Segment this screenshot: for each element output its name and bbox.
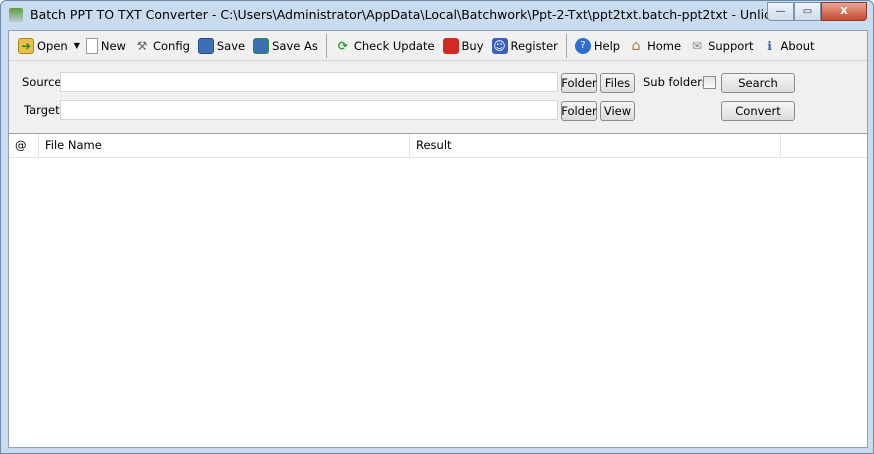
save-label: Save	[216, 38, 246, 53]
column-header-at[interactable]: @	[9, 134, 39, 157]
new-button[interactable]: New	[82, 34, 130, 58]
tools-icon: ⚒	[136, 38, 148, 53]
maximize-button[interactable]: ▭	[794, 2, 821, 21]
title-bar: Batch PPT TO TXT Converter - C:\Users\Ad…	[1, 1, 873, 29]
window-title: Batch PPT TO TXT Converter - C:\Users\Ad…	[30, 7, 809, 22]
new-file-icon	[85, 37, 98, 54]
help-icon: ?	[574, 37, 591, 54]
about-button[interactable]: ℹ About	[758, 34, 819, 58]
target-input[interactable]	[60, 100, 558, 120]
path-form: Source Folder Files Sub folders Search T…	[9, 62, 867, 133]
register-button[interactable]: ☺ Register	[488, 34, 562, 58]
open-dropdown-button[interactable]: ▼	[72, 34, 82, 58]
column-header-file-name[interactable]: File Name	[39, 134, 410, 157]
home-icon: ⌂	[631, 37, 641, 54]
target-view-button[interactable]: View	[600, 101, 635, 121]
subfolders-checkbox[interactable]	[703, 76, 716, 89]
support-mail-icon: ✉	[692, 38, 703, 53]
support-label: Support	[708, 38, 754, 53]
target-folder-button[interactable]: Folder	[561, 101, 597, 121]
about-label: About	[780, 38, 815, 53]
refresh-icon: ⟳	[337, 38, 348, 53]
cart-icon	[442, 37, 459, 54]
source-files-button[interactable]: Files	[600, 73, 635, 93]
save-as-icon	[253, 37, 270, 54]
folder-open-icon: ➜	[18, 37, 34, 54]
toolbar-separator	[325, 33, 327, 58]
info-icon: ℹ	[767, 38, 772, 53]
config-label: Config	[152, 38, 190, 53]
floppy-disk-icon	[197, 37, 214, 54]
check-update-label: Check Update	[353, 38, 435, 53]
save-as-label: Save As	[272, 38, 318, 53]
toolbar: ➜ Open ▼ New ⚒ Config Save Save As ⟳ Check …	[9, 31, 867, 61]
table-header: @ File Name Result	[9, 134, 867, 158]
chevron-down-icon: ▼	[73, 41, 80, 50]
search-button[interactable]: Search	[721, 73, 795, 93]
register-icon: ☺	[491, 37, 508, 54]
app-window: Batch PPT TO TXT Converter - C:\Users\Ad…	[0, 0, 874, 454]
file-list-table[interactable]: @ File Name Result	[9, 133, 867, 447]
app-icon	[9, 8, 23, 22]
save-button[interactable]: Save	[194, 34, 249, 58]
source-folder-button[interactable]: Folder	[561, 73, 597, 93]
open-label: Open	[37, 38, 68, 53]
support-button[interactable]: ✉ Support	[685, 34, 757, 58]
source-input[interactable]	[60, 72, 558, 92]
client-area: ➜ Open ▼ New ⚒ Config Save Save As ⟳ Check …	[8, 30, 868, 448]
home-button[interactable]: ⌂ Home	[624, 34, 685, 58]
save-as-button[interactable]: Save As	[249, 34, 322, 58]
column-header-result[interactable]: Result	[410, 134, 781, 157]
home-label: Home	[647, 38, 682, 53]
convert-button[interactable]: Convert	[721, 101, 795, 121]
source-label: Source	[22, 75, 62, 89]
target-label: Target	[24, 103, 60, 117]
minimize-button[interactable]: —	[767, 2, 794, 21]
register-label: Register	[510, 38, 558, 53]
new-label: New	[100, 38, 126, 53]
toolbar-separator	[565, 33, 567, 58]
help-label: Help	[593, 38, 621, 53]
check-update-button[interactable]: ⟳ Check Update	[331, 34, 439, 58]
close-button[interactable]: X	[821, 2, 867, 21]
subfolders-label: Sub folders	[643, 75, 708, 89]
config-button[interactable]: ⚒ Config	[130, 34, 194, 58]
buy-button[interactable]: Buy	[439, 34, 488, 58]
open-button[interactable]: ➜ Open	[14, 34, 72, 58]
buy-label: Buy	[461, 38, 484, 53]
help-button[interactable]: ? Help	[571, 34, 624, 58]
